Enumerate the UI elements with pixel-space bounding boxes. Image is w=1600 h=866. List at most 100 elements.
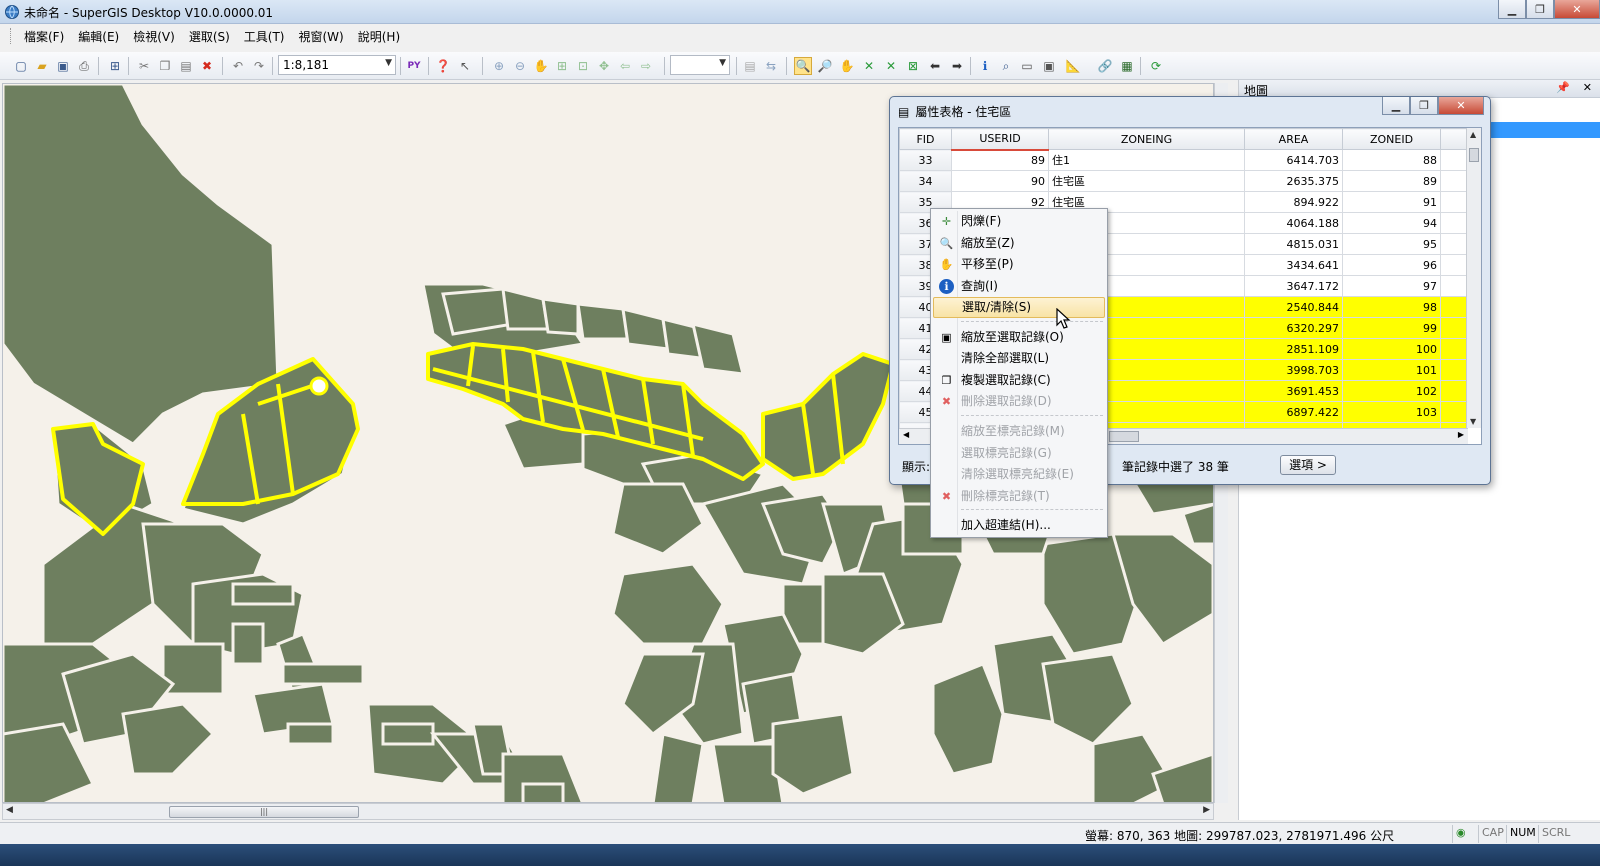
restore-button[interactable]: ❐ (1526, 0, 1554, 19)
cell-area[interactable]: 3647.172 (1244, 275, 1343, 297)
cell-zoneid[interactable]: 101 (1342, 359, 1441, 381)
cell-zoneing[interactable]: 住1 (1048, 149, 1245, 171)
grid-vertical-scrollbar[interactable]: ▲ ▼ (1466, 128, 1481, 428)
cell-area[interactable]: 3691.453 (1244, 380, 1343, 402)
layout-fit-icon[interactable]: ✥ (595, 57, 613, 75)
scroll-left-icon[interactable]: ◀ (6, 805, 13, 815)
close-button[interactable]: ✕ (1554, 0, 1600, 19)
context-menu-item[interactable]: ✖ 刪除標亮記錄(T) (933, 486, 1105, 507)
cell-zoneid[interactable]: 99 (1342, 317, 1441, 339)
cell-zoneid[interactable]: 95 (1342, 233, 1441, 255)
cell-zoneid[interactable]: 100 (1342, 338, 1441, 360)
help-icon[interactable]: ❓ (434, 57, 452, 75)
context-menu-item[interactable]: ❐ 複製選取記錄(C) (933, 370, 1105, 391)
menu-window[interactable]: 視窗(W) (292, 26, 351, 47)
open-folder-icon[interactable]: ▰ (33, 57, 51, 75)
zoom-in-tool-icon[interactable]: 🔍 (794, 57, 812, 75)
full-extent-icon[interactable]: ⊠ (904, 57, 922, 75)
new-file-icon[interactable]: ▢ (12, 57, 30, 75)
context-menu-item[interactable]: 🔍 縮放至(Z) (933, 233, 1105, 254)
cell-area[interactable]: 3434.641 (1244, 254, 1343, 276)
cell-zoneid[interactable]: 89 (1342, 170, 1441, 192)
options-button[interactable]: 選項 > (1280, 455, 1336, 475)
cell-fid[interactable]: 34 (899, 170, 952, 192)
context-menu-item[interactable]: ℹ 查詢(I) (933, 276, 1105, 297)
identify-icon[interactable]: ℹ (976, 57, 994, 75)
scroll-right-icon[interactable]: ▶ (1203, 805, 1210, 815)
layout-page-icon[interactable]: ▤ (741, 57, 759, 75)
minimize-button[interactable]: ▁ (1498, 0, 1526, 19)
cell-zoneid[interactable]: 94 (1342, 212, 1441, 234)
context-menu-item[interactable]: 清除全部選取(L) (933, 348, 1105, 369)
delete-icon[interactable]: ✖ (198, 57, 216, 75)
map-scroll-thumb[interactable]: ||| (169, 806, 359, 818)
layout-zoom-combo[interactable]: ▼ (670, 55, 730, 75)
layout-zoom-out-icon[interactable]: ⊖ (511, 57, 529, 75)
paste-icon[interactable]: ▤ (177, 57, 195, 75)
cell-zoneid[interactable]: 96 (1342, 254, 1441, 276)
context-menu-item[interactable]: ✖ 刪除選取記錄(D) (933, 391, 1105, 412)
layout-pan-icon[interactable]: ✋ (532, 57, 550, 75)
refresh-icon[interactable]: ⟳ (1147, 57, 1165, 75)
cell-area[interactable]: 2851.109 (1244, 338, 1343, 360)
map-tree-selected-item[interactable] (1491, 122, 1600, 138)
cell-userid[interactable]: 90 (951, 170, 1049, 192)
column-header-userid[interactable]: USERID (951, 128, 1049, 151)
cell-zoneing[interactable]: 住宅區 (1048, 170, 1245, 192)
map-horizontal-scrollbar[interactable]: ◀ ||| ▶ (2, 803, 1214, 820)
column-header-zoneid[interactable]: ZONEID (1342, 128, 1441, 150)
layout-full-extent-icon[interactable]: ⊞ (553, 57, 571, 75)
cell-area[interactable]: 894.922 (1244, 191, 1343, 213)
magnifier-window-icon[interactable]: ▣ (1040, 57, 1058, 75)
cell-zoneid[interactable]: 97 (1342, 275, 1441, 297)
find-icon[interactable]: ⌕ (997, 57, 1015, 75)
attr-close-button[interactable]: ✕ (1438, 97, 1484, 115)
context-menu-item[interactable]: 縮放至標亮記錄(M) (933, 421, 1105, 442)
grid-scroll-left-icon[interactable]: ◀ (903, 430, 909, 439)
table-row[interactable]: 33 89 住1 6414.703 88 (899, 149, 1467, 171)
attribute-window-titlebar[interactable]: ▤ 屬性表格 - 住宅區 (898, 103, 1011, 120)
next-extent-icon[interactable]: ➡ (948, 57, 966, 75)
scroll-up-icon[interactable]: ▲ (1470, 130, 1476, 139)
layout-back-icon[interactable]: ⇦ (616, 57, 634, 75)
save-icon[interactable]: ▣ (54, 57, 72, 75)
layout-zoom-in-icon[interactable]: ⊕ (490, 57, 508, 75)
context-menu-item[interactable]: ▣ 縮放至選取記錄(O) (933, 327, 1105, 348)
cell-zoneid[interactable]: 103 (1342, 401, 1441, 423)
print-icon[interactable]: ⎙ (75, 57, 93, 75)
undo-icon[interactable]: ↶ (229, 57, 247, 75)
measure-icon[interactable]: 📐 (1064, 57, 1082, 75)
zoom-out-tool-icon[interactable]: 🔎 (816, 57, 834, 75)
column-header-area[interactable]: AREA (1244, 128, 1343, 150)
menubar-grip[interactable] (10, 28, 13, 44)
fixed-zoom-out-icon[interactable]: ✕ (882, 57, 900, 75)
menu-help[interactable]: 說明(H) (351, 26, 407, 47)
column-header-fid[interactable]: FID (899, 128, 952, 150)
cell-fid[interactable]: 33 (899, 149, 952, 171)
cell-area[interactable]: 4064.188 (1244, 212, 1343, 234)
menu-tools[interactable]: 工具(T) (237, 26, 292, 47)
previous-extent-icon[interactable]: ⬅ (926, 57, 944, 75)
cell-area[interactable]: 4815.031 (1244, 233, 1343, 255)
grid-hscroll-thumb[interactable] (1109, 431, 1139, 442)
context-menu-item[interactable]: 加入超連結(H)... (933, 515, 1105, 536)
context-menu-item[interactable]: 選取標亮記錄(G) (933, 443, 1105, 464)
grid-scroll-right-icon[interactable]: ▶ (1458, 430, 1464, 439)
copy-icon[interactable]: ❐ (156, 57, 174, 75)
menu-select[interactable]: 選取(S) (182, 26, 237, 47)
table-row[interactable]: 34 90 住宅區 2635.375 89 (899, 170, 1467, 192)
scroll-down-icon[interactable]: ▼ (1470, 417, 1476, 426)
cut-icon[interactable]: ✂ (135, 57, 153, 75)
cell-area[interactable]: 6320.297 (1244, 317, 1343, 339)
redo-icon[interactable]: ↷ (250, 57, 268, 75)
layout-forward-icon[interactable]: ⇨ (637, 57, 655, 75)
hyperlink-icon[interactable]: 🔗 (1096, 57, 1114, 75)
cell-zoneid[interactable]: 91 (1342, 191, 1441, 213)
cell-area[interactable]: 2540.844 (1244, 296, 1343, 318)
cell-zoneid[interactable]: 102 (1342, 380, 1441, 402)
scale-combo[interactable]: 1:8,181 ▼ (278, 55, 396, 75)
grid-vscroll-thumb[interactable] (1469, 148, 1479, 162)
whats-this-icon[interactable]: ↖ (456, 57, 474, 75)
cell-zoneid[interactable]: 88 (1342, 149, 1441, 171)
context-menu-item[interactable]: 清除選取標亮紀錄(E) (933, 464, 1105, 485)
